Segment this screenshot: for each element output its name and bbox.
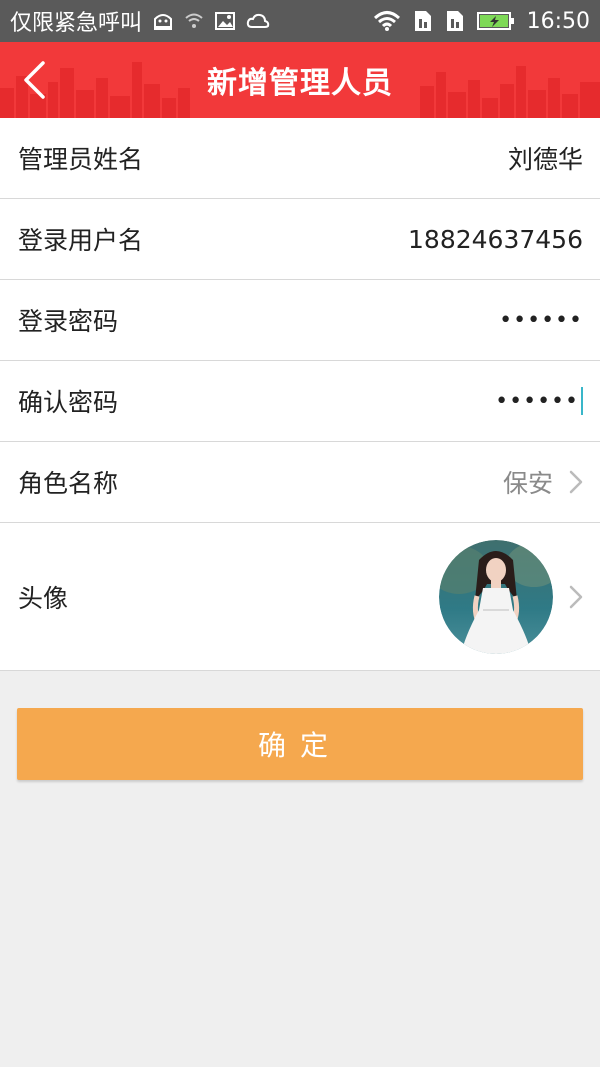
password-row[interactable]: 登录密码 •••••• — [0, 280, 600, 361]
wifi-icon — [373, 10, 401, 32]
role-label: 角色名称 — [18, 469, 119, 498]
confirm-password-row[interactable]: 确认密码 •••••• — [0, 361, 600, 442]
sim1-icon — [413, 10, 433, 32]
confirm-password-field[interactable]: •••••• — [495, 387, 583, 415]
title-bar: 新增管理人员 — [0, 42, 600, 118]
confirm-button[interactable]: 确定 — [17, 708, 583, 780]
admin-name-row[interactable]: 管理员姓名 刘德华 — [0, 118, 600, 199]
status-bar: 仅限紧急呼叫 16:50 — [0, 0, 600, 42]
role-row[interactable]: 角色名称 保安 — [0, 442, 600, 523]
page-title: 新增管理人员 — [207, 66, 393, 101]
status-right: 16:50 — [373, 9, 590, 34]
avatar-label: 头像 — [18, 583, 69, 613]
chevron-right-icon — [569, 470, 583, 494]
confirm-password-input[interactable]: •••••• — [495, 389, 579, 414]
android-debug-icon — [152, 11, 174, 31]
chevron-right-icon — [569, 585, 583, 609]
admin-name-label: 管理员姓名 — [18, 145, 144, 174]
clock: 16:50 — [526, 8, 590, 34]
password-input[interactable]: •••••• — [499, 308, 583, 333]
username-label: 登录用户名 — [18, 226, 144, 255]
role-value: 保安 — [502, 469, 553, 498]
text-cursor — [581, 387, 583, 415]
carrier-text: 仅限紧急呼叫 — [10, 11, 143, 36]
avatar-row[interactable]: 头像 — [0, 523, 600, 671]
avatar-group[interactable] — [439, 539, 583, 654]
weather-cloud-icon — [246, 12, 270, 30]
confirm-password-label: 确认密码 — [18, 388, 119, 417]
battery-charging-icon — [476, 11, 515, 31]
role-value-group[interactable]: 保安 — [503, 464, 583, 500]
sim2-icon — [445, 10, 465, 32]
admin-name-input[interactable]: 刘德华 — [508, 140, 583, 176]
image-icon — [214, 11, 236, 31]
username-input[interactable]: 18824637456 — [408, 225, 583, 254]
admin-form: 管理员姓名 刘德华 登录用户名 18824637456 登录密码 •••••• … — [0, 118, 600, 671]
username-row[interactable]: 登录用户名 18824637456 — [0, 199, 600, 280]
status-left: 仅限紧急呼叫 — [10, 5, 270, 37]
avatar[interactable] — [439, 539, 553, 654]
password-label: 登录密码 — [18, 307, 119, 336]
wifi-question-icon — [184, 12, 204, 30]
